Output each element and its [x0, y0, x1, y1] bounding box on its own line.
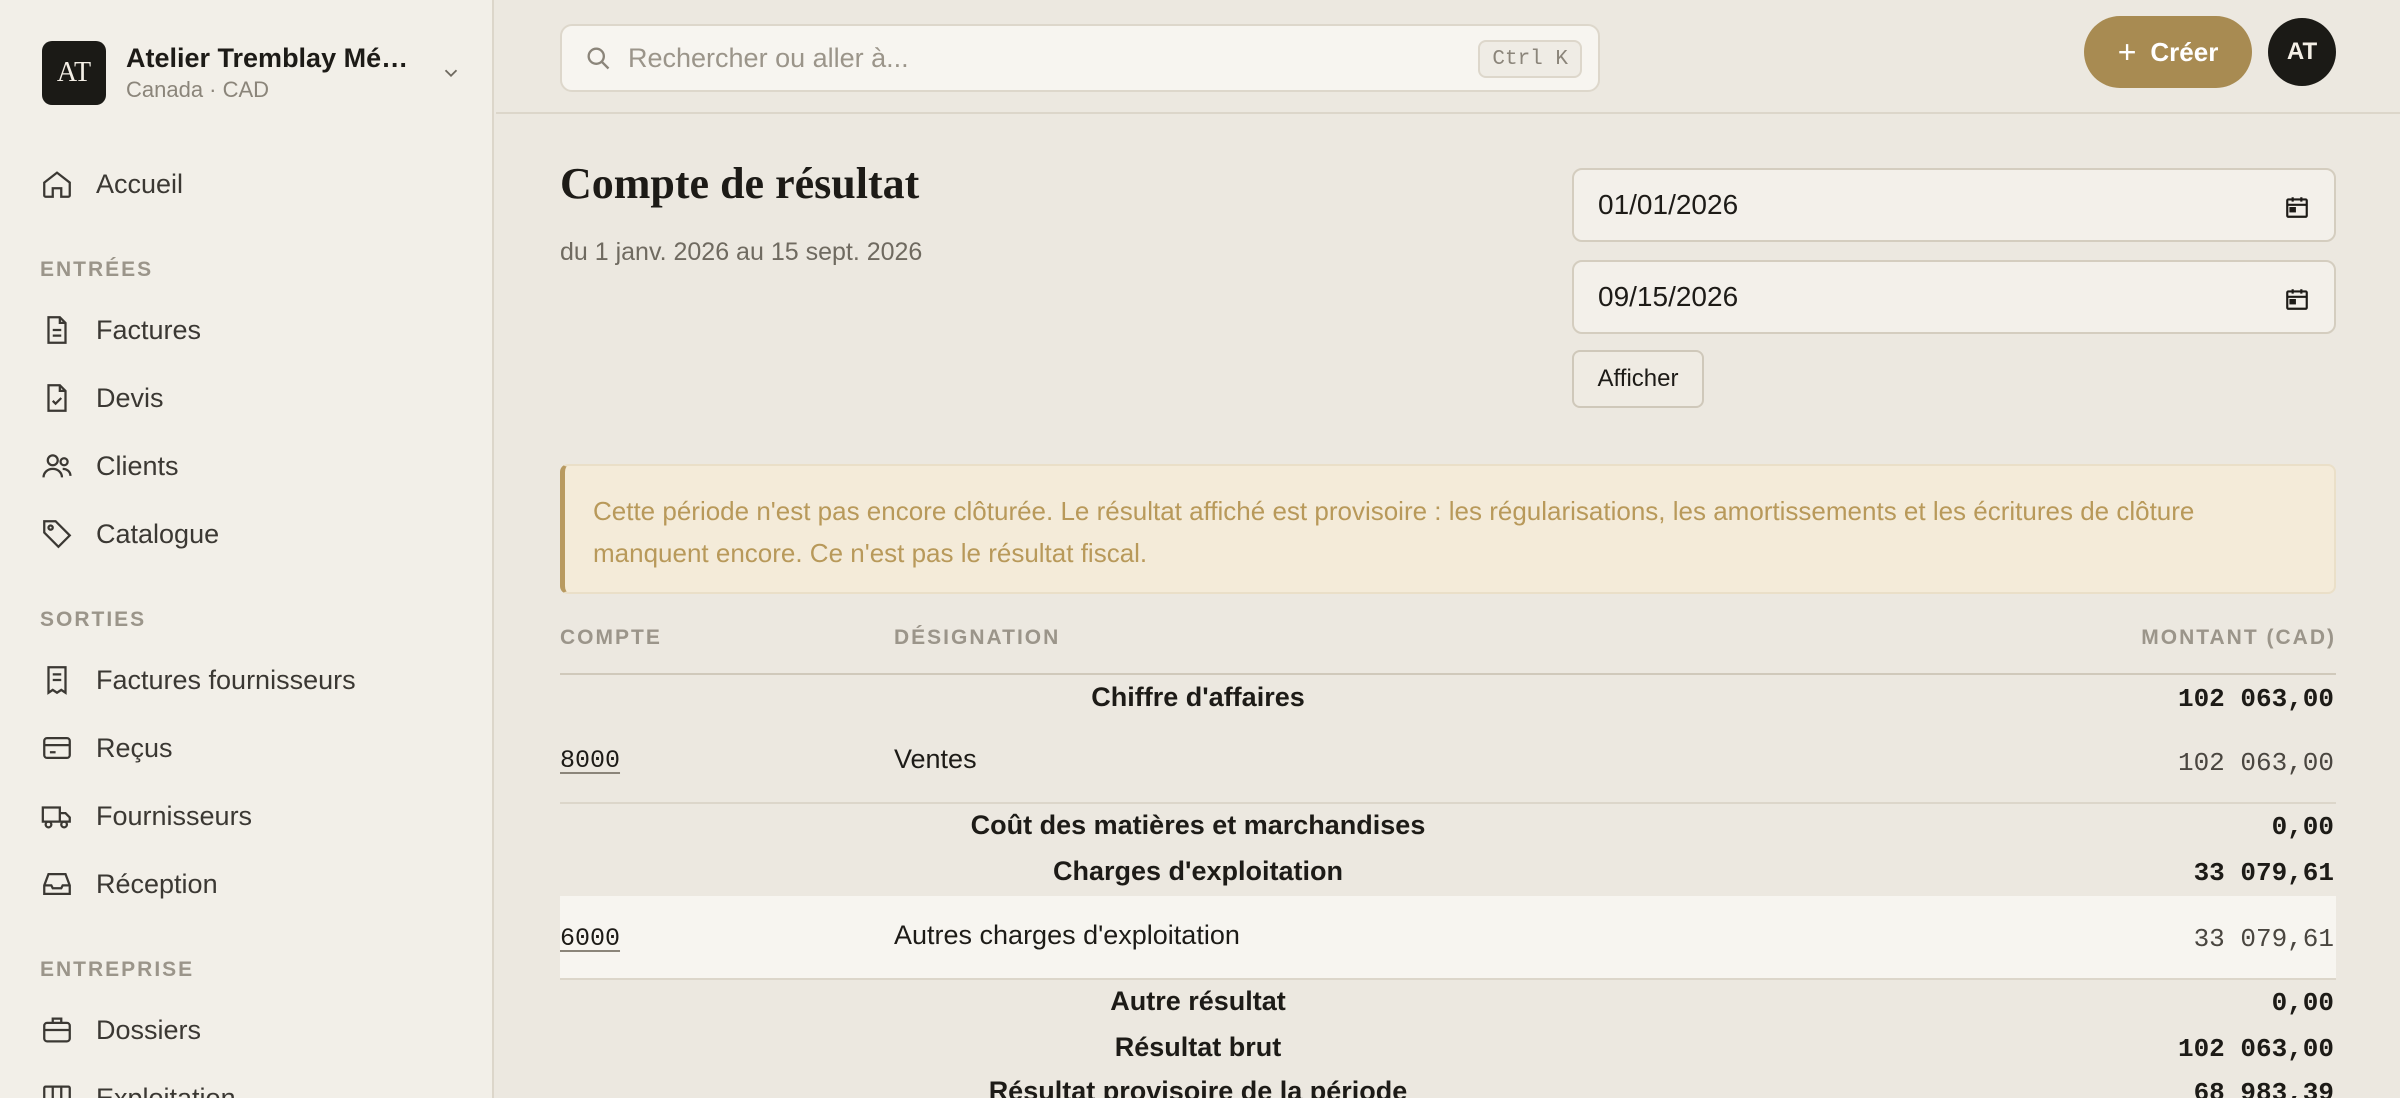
sidebar-item-home[interactable]: Accueil: [40, 162, 183, 206]
truck-icon: [41, 806, 71, 829]
receipt-icon: [47, 666, 67, 695]
sidebar-item-factures[interactable]: Factures: [40, 308, 201, 352]
sidebar: AT Atelier Tremblay Mé… Canada · CAD Acc…: [0, 0, 494, 1098]
sidebar-item-label: Devis: [96, 382, 164, 413]
provisional-notice: Cette période n'est pas encore clôturée.…: [560, 464, 2336, 594]
show-button[interactable]: Afficher: [1572, 350, 1704, 408]
inbox-icon: [43, 872, 71, 896]
calendar-icon[interactable]: [2284, 194, 2310, 220]
org-name: Atelier Tremblay Mé…: [126, 43, 409, 73]
calendar-icon[interactable]: [2284, 286, 2310, 312]
group-label: Chiffre d'affaires: [1091, 682, 1305, 712]
group-amount: 0,00: [2271, 812, 2334, 842]
sidebar-item-clients[interactable]: Clients: [40, 444, 179, 488]
sidebar-item-label: Fournisseurs: [96, 800, 253, 831]
table-row-group: Autre résultat 0,00: [560, 986, 2336, 1026]
nav-section-sorties: SORTIES: [40, 608, 147, 631]
table-row-group: Résultat brut 102 063,00: [560, 1032, 2336, 1072]
table-row: 6000 Autres charges d'exploitation 33 07…: [560, 896, 2336, 980]
date-to-value: 09/15/2026: [1598, 281, 1739, 312]
credit-card-icon: [43, 736, 71, 760]
sidebar-item-label: Factures: [96, 314, 202, 345]
sidebar-item-label: Reçus: [96, 732, 173, 763]
date-to-input[interactable]: 09/15/2026: [1572, 260, 2336, 334]
sidebar-item-devis[interactable]: Devis: [40, 376, 164, 420]
sidebar-item-catalogue[interactable]: Catalogue: [40, 512, 219, 556]
tag-icon: [43, 520, 72, 549]
nav-section-entrees: ENTRÉES: [40, 258, 154, 281]
group-amount: 68 983,39: [2193, 1078, 2334, 1098]
table-row-group: Coût des matières et marchandises 0,00: [560, 810, 2336, 850]
document-check-icon: [47, 384, 67, 412]
table-row-group-total: Résultat provisoire de la période 68 983…: [560, 1076, 2336, 1098]
users-icon: [42, 454, 72, 478]
page-period: du 1 janv. 2026 au 15 sept. 2026: [560, 238, 923, 266]
group-label: Résultat provisoire de la période: [988, 1076, 1408, 1098]
group-amount: 102 063,00: [2177, 684, 2334, 714]
line-amount: 33 079,61: [2193, 924, 2334, 954]
sidebar-item-factures-fournisseurs[interactable]: Factures fournisseurs: [40, 658, 356, 702]
table-row: 8000 Ventes 102 063,00: [560, 722, 2336, 804]
table-header-divider: [560, 673, 2336, 675]
table-row-group: Chiffre d'affaires 102 063,00: [560, 682, 2336, 722]
org-subtitle: Canada · CAD: [126, 77, 270, 102]
group-amount: 102 063,00: [2177, 1034, 2334, 1064]
sidebar-item-fournisseurs[interactable]: Fournisseurs: [40, 794, 252, 838]
sidebar-item-label: Exploitation: [96, 1082, 236, 1098]
sidebar-item-dossiers[interactable]: Dossiers: [40, 1008, 201, 1052]
columns-icon: [43, 1085, 71, 1098]
create-button-label: Créer: [2150, 36, 2219, 67]
org-text: Atelier Tremblay Mé… Canada · CAD: [126, 43, 416, 103]
create-button[interactable]: + Créer: [2084, 16, 2252, 88]
account-link[interactable]: 6000: [560, 924, 620, 953]
date-from-value: 01/01/2026: [1598, 189, 1739, 220]
designation: Ventes: [894, 744, 977, 774]
sidebar-item-label: Accueil: [96, 168, 184, 199]
group-amount: 33 079,61: [2193, 858, 2334, 888]
date-from-input[interactable]: 01/01/2026: [1572, 168, 2336, 242]
search-bar[interactable]: Ctrl K: [560, 24, 1600, 92]
line-amount: 102 063,00: [2177, 748, 2334, 778]
org-switcher[interactable]: AT Atelier Tremblay Mé… Canada · CAD: [42, 40, 462, 106]
briefcase-icon: [43, 1017, 71, 1043]
page-title: Compte de résultat: [560, 159, 920, 208]
group-label: Autre résultat: [1110, 986, 1286, 1016]
sidebar-item-label: Dossiers: [96, 1014, 202, 1045]
group-amount: 0,00: [2271, 988, 2334, 1018]
keyboard-shortcut-badge: Ctrl K: [1478, 40, 1582, 78]
group-label: Coût des matières et marchandises: [970, 810, 1426, 840]
column-header-account: COMPTE: [560, 626, 662, 649]
sidebar-item-reception[interactable]: Réception: [40, 862, 218, 906]
group-label: Charges d'exploitation: [1053, 856, 1343, 886]
column-header-amount: MONTANT (CAD): [2141, 626, 2336, 649]
user-avatar[interactable]: AT: [2268, 18, 2336, 86]
org-logo: AT: [42, 41, 106, 105]
table-row-group: Charges d'exploitation 33 079,61: [560, 856, 2336, 896]
document-icon: [47, 316, 67, 344]
plus-icon: +: [2117, 33, 2137, 70]
search-icon: [587, 47, 610, 70]
sidebar-item-label: Réception: [96, 868, 218, 899]
nav-section-entreprise: ENTREPRISE: [40, 958, 195, 981]
search-input[interactable]: [628, 42, 1448, 74]
home-icon: [43, 171, 71, 198]
sidebar-item-label: Clients: [96, 450, 179, 481]
designation: Autres charges d'exploitation: [894, 920, 1240, 950]
column-header-designation: DÉSIGNATION: [894, 626, 1061, 649]
sidebar-item-label: Catalogue: [96, 518, 220, 549]
group-label: Résultat brut: [1114, 1032, 1282, 1062]
topbar: Ctrl K + Créer AT: [496, 0, 2400, 114]
sidebar-item-recus[interactable]: Reçus: [40, 726, 173, 770]
chevron-down-icon: [444, 69, 458, 78]
sidebar-item-exploitation[interactable]: Exploitation: [40, 1076, 236, 1098]
sidebar-item-label: Factures fournisseurs: [96, 664, 356, 695]
account-link[interactable]: 8000: [560, 746, 620, 775]
